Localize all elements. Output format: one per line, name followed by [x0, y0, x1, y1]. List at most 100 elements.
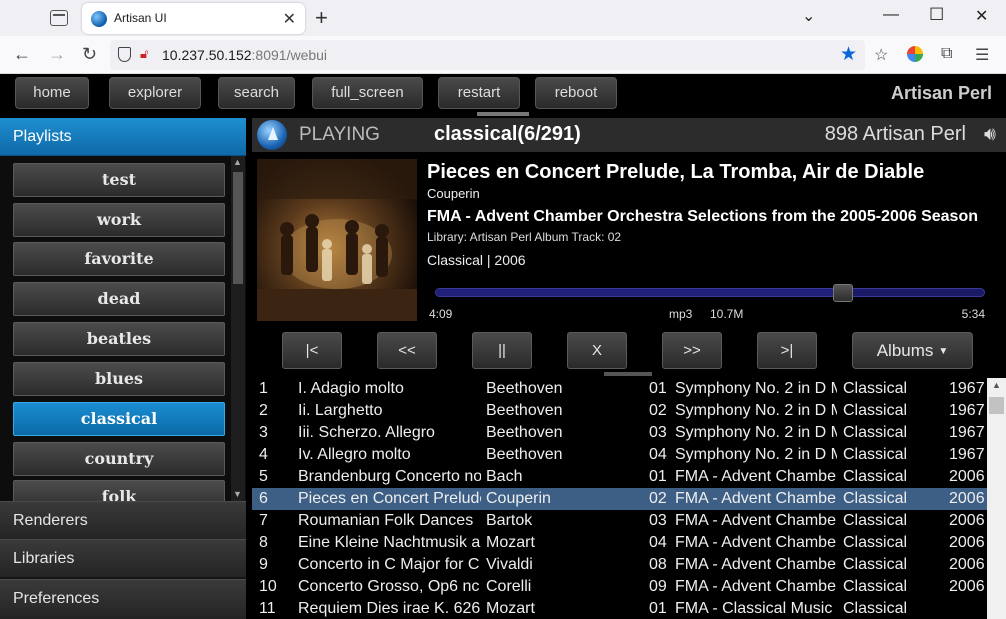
restart-button[interactable]: restart	[438, 77, 520, 109]
insecure-lock-icon[interactable]: 🔓︎	[140, 46, 148, 62]
track-number: 2	[259, 402, 268, 419]
back-arrow-icon[interactable]: ←	[13, 44, 31, 65]
top-nav: home explorer search full_screen restart…	[0, 74, 1006, 116]
table-row[interactable]: 2 Ii. Larghetto Beethoven 02 Symphony No. 2 …	[252, 400, 987, 422]
bookmarks-icon[interactable]: ☆	[874, 45, 888, 65]
playlist-classical[interactable]: classical	[13, 402, 225, 436]
forward-arrow-icon[interactable]: →	[48, 44, 66, 65]
track-number: 5	[259, 468, 268, 485]
rewind-button[interactable]: <<	[377, 332, 437, 369]
browser-tab[interactable]: Artisan UI ✕	[82, 3, 305, 34]
track-row-artist: Vivaldi	[486, 556, 533, 573]
track-list-scrollbar[interactable]: ▲	[987, 378, 1006, 619]
progress-fill	[436, 289, 844, 296]
track-row-track-no: 01	[649, 380, 667, 397]
playlist-favorite[interactable]: favorite	[13, 242, 225, 276]
scrollbar-thumb[interactable]	[989, 397, 1004, 414]
search-button[interactable]: search	[218, 77, 295, 109]
track-row-track-no: 03	[649, 512, 667, 529]
genre-year: Classical | 2006	[427, 252, 526, 268]
track-row-album: FMA - Advent Chamber	[675, 556, 837, 573]
prev-track-button[interactable]: |<	[282, 332, 342, 369]
scroll-up-icon[interactable]: ▲	[992, 380, 1001, 390]
explorer-button[interactable]: explorer	[109, 77, 201, 109]
preferences-header[interactable]: Preferences	[0, 579, 246, 619]
track-row-genre: Classical	[843, 556, 908, 573]
renderers-header[interactable]: Renderers	[0, 501, 246, 539]
track-row-year: 2006	[949, 512, 985, 529]
volume-icon[interactable]: 🔊︎	[984, 124, 996, 146]
menu-icon[interactable]: ☰	[975, 45, 989, 65]
scroll-up-icon[interactable]: ▲	[233, 157, 242, 167]
scroll-down-icon[interactable]: ▼	[233, 489, 242, 499]
reload-icon[interactable]: ↻	[82, 44, 97, 65]
table-row[interactable]: 7 Roumanian Folk Dances Bartok 03 FMA - Adve…	[252, 510, 987, 532]
next-track-button[interactable]: >|	[757, 332, 817, 369]
track-row-track-no: 02	[649, 490, 667, 507]
track-row-genre: Classical	[843, 468, 908, 485]
track-row-title: Concerto Grosso, Op6 nc	[298, 578, 480, 595]
reboot-button[interactable]: reboot	[535, 77, 617, 109]
track-number: 6	[259, 490, 268, 507]
playlists-header[interactable]: Playlists	[0, 118, 246, 156]
renderer-name: 898 Artisan Perl	[824, 123, 966, 145]
playlist-list: test work favorite dead beatles blues cl…	[0, 156, 246, 501]
table-row[interactable]: 11 Requiem Dies irae K. 626 Mozart 01 FMA - …	[252, 598, 987, 619]
playlist-beatles[interactable]: beatles	[13, 322, 225, 356]
track-number: 11	[259, 600, 276, 617]
playlist-test[interactable]: test	[13, 163, 225, 197]
playlist-folk[interactable]: folk	[13, 480, 225, 501]
chevron-down-icon[interactable]: ⌄	[802, 6, 815, 26]
progress-knob[interactable]	[833, 284, 853, 302]
new-tab-icon[interactable]: +	[315, 5, 328, 31]
table-row[interactable]: 5 Brandenburg Concerto no Bach 01 FMA - Adve…	[252, 466, 987, 488]
playlist-dead[interactable]: dead	[13, 282, 225, 316]
track-row-year: 1967	[949, 424, 985, 441]
scrollbar-thumb[interactable]	[233, 172, 243, 284]
extensions-icon[interactable]: ⧉	[941, 45, 952, 63]
tab-close-icon[interactable]: ✕	[283, 9, 296, 29]
window-close-icon[interactable]: ✕	[975, 6, 988, 26]
resize-grip[interactable]	[477, 112, 529, 116]
fast-forward-button[interactable]: >>	[662, 332, 722, 369]
playlist-scrollbar[interactable]: ▲ ▼	[231, 156, 245, 501]
track-row-genre: Classical	[843, 402, 908, 419]
track-row-title: Requiem Dies irae K. 626	[298, 600, 481, 617]
track-row-year: 1967	[949, 402, 985, 419]
home-button[interactable]: home	[15, 77, 89, 109]
list-resize-grip[interactable]	[604, 372, 652, 376]
albums-dropdown[interactable]: Albums ▼	[852, 332, 973, 369]
stop-button[interactable]: X	[567, 332, 627, 369]
table-row[interactable]: 9 Concerto in C Major for C Vivaldi 08 FMA -…	[252, 554, 987, 576]
track-row-title: Eine Kleine Nachtmusik a	[298, 534, 481, 551]
libraries-header[interactable]: Libraries	[0, 539, 246, 577]
playlist-country[interactable]: country	[13, 442, 225, 476]
sidebar: Playlists test work favorite dead beatle…	[0, 118, 246, 619]
track-row-year: 2006	[949, 490, 985, 507]
table-row[interactable]: 6 Pieces en Concert Prelude Couperin 02 FMA …	[252, 488, 987, 510]
playlist-work[interactable]: work	[13, 203, 225, 237]
track-row-title: Roumanian Folk Dances	[298, 512, 474, 529]
maximize-icon[interactable]: ☐	[929, 5, 944, 25]
minimize-icon[interactable]: —	[883, 6, 899, 24]
table-row[interactable]: 3 Iii. Scherzo. Allegro Beethoven 03 Symphon…	[252, 422, 987, 444]
progress-bar[interactable]	[435, 288, 985, 297]
playlist-blues[interactable]: blues	[13, 362, 225, 396]
table-row[interactable]: 4 Iv. Allegro molto Beethoven 04 Symphony No…	[252, 444, 987, 466]
artisan-app: home explorer search full_screen restart…	[0, 74, 1006, 619]
play-state: PLAYING	[299, 124, 380, 145]
shield-icon[interactable]	[118, 47, 131, 62]
table-row[interactable]: 1 I. Adagio molto Beethoven 01 Symphony No. …	[252, 378, 987, 400]
table-row[interactable]: 8 Eine Kleine Nachtmusik a Mozart 04 FMA - A…	[252, 532, 987, 554]
bookmark-star-icon[interactable]: ★	[840, 43, 857, 66]
track-number: 9	[259, 556, 268, 573]
full-screen-button[interactable]: full_screen	[312, 77, 423, 109]
table-row[interactable]: 10 Concerto Grosso, Op6 nc Corelli 09 FMA - …	[252, 576, 987, 598]
address-bar[interactable]: 🔓︎ 10.237.50.152:8091/webui ★	[110, 40, 865, 70]
pause-button[interactable]: ||	[472, 332, 532, 369]
tab-overview-icon[interactable]	[50, 10, 68, 26]
account-icon[interactable]	[907, 46, 923, 62]
track-row-album: FMA - Classical Music	[675, 600, 833, 617]
track-row-year: 2006	[949, 534, 985, 551]
current-playlist: classical(6/291)	[434, 123, 581, 145]
